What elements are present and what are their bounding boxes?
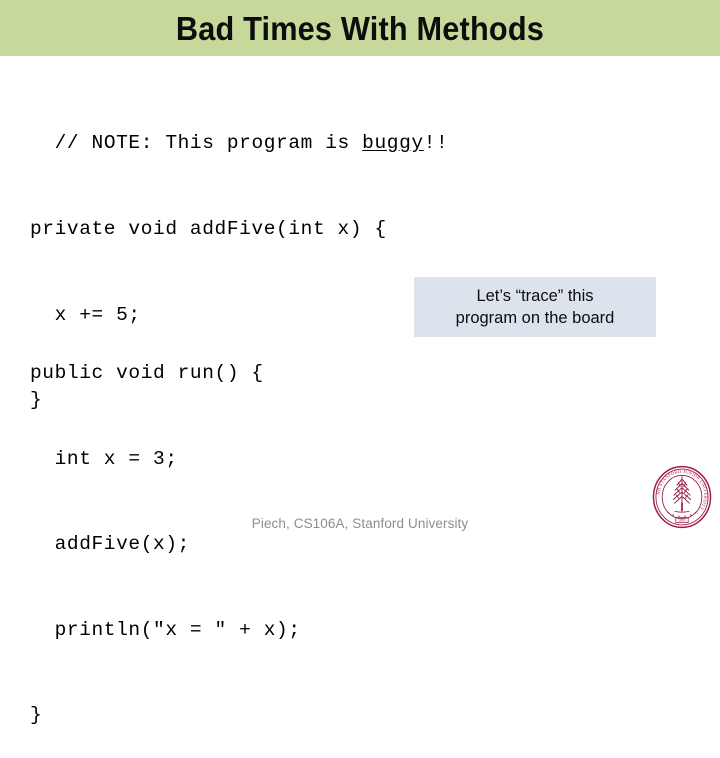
callout-line: Let’s “trace” this [476,287,594,305]
code-comment-block: // NOTE: This program is buggy!! [30,100,448,157]
code-line: public void run() { [30,362,264,384]
code-line: } [30,704,43,726]
footer-credit: Piech, CS106A, Stanford University [251,516,469,531]
code-comment-prefix: // NOTE: This program is [54,131,363,154]
callout-line: program on the board [455,309,615,327]
trace-callout-box: Let’s “trace” this program on the board [414,277,656,337]
stanford-seal-icon: LELAND STANFORD JUNIOR UNIVERSITY 1891 [651,464,713,530]
code-line: int x = 3; [30,447,178,470]
code-line: private void addFive(int x) { [30,218,387,240]
page-title: Bad Times With Methods [175,9,545,47]
code-comment-underlined-word: buggy [362,131,424,154]
slide-title-banner: Bad Times With Methods [0,0,720,56]
code-line: addFive(x); [30,533,190,555]
svg-text:1891: 1891 [678,518,686,523]
code-comment-suffix: !! [423,131,449,154]
code-line: println("x = " + x); [30,618,301,641]
